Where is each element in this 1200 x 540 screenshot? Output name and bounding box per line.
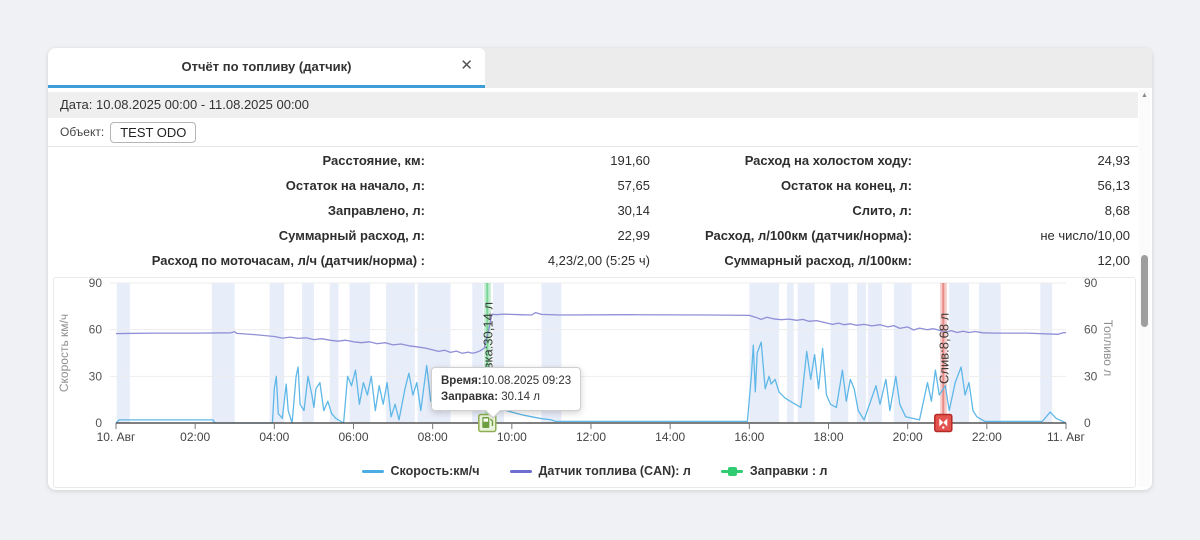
stat-label: Расход по моточасам, л/ч (датчик/норма) … [48, 248, 425, 273]
stat-label: Расход, л/100км (датчик/норма): [650, 223, 912, 248]
x-tick-label: 06:00 [338, 430, 368, 444]
legend-item-fuel-sensor[interactable]: Датчик топлива (CAN): л [510, 464, 691, 478]
fuel-chart-panel: 10. Авг 02:00 04:00 06:00 08:00 10:00 12:00 14:… [53, 277, 1136, 488]
page-background: Отчёт по топливу (датчик) ✕ Дата: 10.08.… [0, 0, 1200, 540]
stat-label: Суммарный расход, л: [48, 223, 425, 248]
stat-value: 57,65 [425, 173, 650, 198]
report-window: Отчёт по топливу (датчик) ✕ Дата: 10.08.… [48, 48, 1152, 490]
stat-value: 12,00 [912, 248, 1138, 273]
speed-series-line [116, 342, 1066, 423]
tab-title: Отчёт по топливу (датчик) [182, 59, 352, 74]
x-tick-label: 04:00 [259, 430, 289, 444]
tooltip-refuel-value: 30.14 л [498, 391, 540, 403]
x-tick-label: 10. Авг [97, 430, 136, 444]
y-right-tick-label: 30 [1084, 369, 1098, 383]
x-tick-label: 20:00 [893, 430, 923, 444]
tooltip-time-label: Время: [441, 375, 482, 387]
chart-legend: Скорость:км/ч Датчик топлива (CAN): л За… [54, 464, 1135, 478]
x-tick-label: 14:00 [655, 430, 685, 444]
date-range-bar: Дата: 10.08.2025 00:00 - 11.08.2025 00:0… [48, 92, 1138, 118]
stat-label: Слито, л: [650, 198, 912, 223]
chart-tooltip: Время:10.08.2025 09:23 Заправка: 30.14 л [431, 367, 581, 411]
stat-value: 30,14 [425, 198, 650, 223]
y-right-tick-label: 60 [1084, 323, 1098, 337]
x-tick-label: 18:00 [813, 430, 843, 444]
y-left-tick-label: 90 [89, 278, 103, 290]
y-right-tick-label: 0 [1084, 416, 1091, 430]
stat-value: 56,13 [912, 173, 1138, 198]
tooltip-refuel-label: Заправка: [441, 391, 498, 403]
object-label: Объект: [60, 125, 104, 139]
object-badge[interactable]: TEST ODO [110, 122, 196, 143]
x-tick-label: 08:00 [418, 430, 448, 444]
stat-label: Расход на холостом ходу: [650, 148, 912, 173]
stat-value: 4,23/2,00 (5:25 ч) [425, 248, 650, 273]
x-tick-label: 10:00 [497, 430, 527, 444]
y-right-tick-label: 90 [1084, 278, 1098, 290]
x-tick-label: 12:00 [576, 430, 606, 444]
tooltip-time-line: Время:10.08.2025 09:23 [441, 373, 571, 389]
stat-label: Остаток на конец, л: [650, 173, 912, 198]
legend-item-refuels[interactable]: Заправки : л [721, 464, 828, 478]
scrollbar-thumb[interactable] [1141, 255, 1148, 327]
drain-marker-icon[interactable] [935, 415, 952, 432]
tab-fuel-report[interactable]: Отчёт по топливу (датчик) ✕ [48, 48, 485, 88]
legend-label: Скорость:км/ч [391, 464, 480, 478]
speed-line-swatch-icon [362, 470, 384, 473]
stop-band [270, 283, 285, 423]
stop-band [212, 283, 235, 423]
stat-label: Заправлено, л: [48, 198, 425, 223]
close-icon[interactable]: ✕ [460, 57, 473, 75]
stop-band [330, 283, 339, 423]
stop-band [386, 283, 415, 423]
drain-event-label: Слив:8,68 л [936, 313, 951, 384]
stats-table: Расстояние, км: 191,60 Расход на холосто… [48, 148, 1138, 273]
stop-band [857, 283, 866, 423]
tooltip-time-value: 10.08.2025 09:23 [482, 375, 572, 387]
stop-band [830, 283, 848, 423]
tooltip-refuel-line: Заправка: 30.14 л [441, 389, 571, 405]
stat-label: Расстояние, км: [48, 148, 425, 173]
stat-value: 191,60 [425, 148, 650, 173]
y-right-axis-title: Топливо л [1101, 320, 1115, 377]
scrollbar[interactable]: ▲ [1139, 90, 1150, 487]
x-tick-label: 22:00 [972, 430, 1002, 444]
stop-band [1040, 283, 1052, 423]
stop-band [894, 283, 912, 423]
legend-label: Датчик топлива (CAN): л [539, 464, 691, 478]
fuel-line-swatch-icon [510, 470, 532, 473]
x-tick-label: 11. Авг [1047, 430, 1086, 444]
fuel-series-line [116, 313, 1066, 354]
stat-value: не число/10,00 [912, 223, 1138, 248]
stop-band [117, 283, 130, 423]
scrollbar-up-icon[interactable]: ▲ [1139, 92, 1150, 99]
stat-value: 24,93 [912, 148, 1138, 173]
stop-band [979, 283, 1001, 423]
stat-label: Остаток на начало, л: [48, 173, 425, 198]
divider [48, 146, 1138, 147]
stop-band [949, 283, 969, 423]
stat-label: Суммарный расход, л/100км: [650, 248, 912, 273]
refuel-swatch-icon [721, 470, 743, 473]
tab-bar: Отчёт по топливу (датчик) ✕ [48, 48, 1152, 88]
fuel-chart-svg: 10. Авг 02:00 04:00 06:00 08:00 10:00 12:00 14:… [54, 278, 1134, 446]
y-left-tick-label: 30 [89, 369, 103, 383]
stop-band [302, 283, 314, 423]
x-tick-label: 16:00 [734, 430, 764, 444]
object-row: Объект: TEST ODO [48, 118, 196, 146]
stat-value: 8,68 [912, 198, 1138, 223]
stat-value: 22,99 [425, 223, 650, 248]
x-tick-label: 02:00 [180, 430, 210, 444]
refuel-square-marker-icon [728, 467, 737, 476]
legend-item-speed[interactable]: Скорость:км/ч [362, 464, 480, 478]
legend-label: Заправки : л [750, 464, 828, 478]
y-left-tick-label: 60 [89, 323, 103, 337]
y-left-tick-label: 0 [95, 416, 102, 430]
y-left-axis-title: Скорость км/ч [57, 314, 71, 392]
